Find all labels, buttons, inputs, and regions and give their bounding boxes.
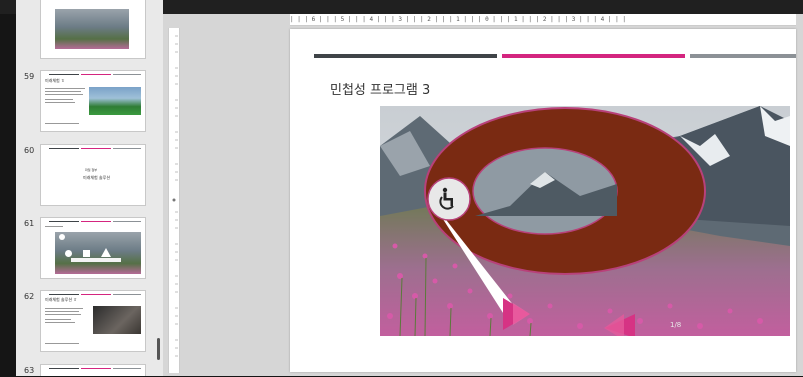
landscape-graphic [380, 106, 790, 336]
slide-number: 60 [24, 146, 35, 155]
slide-number: 59 [24, 72, 35, 81]
thumb-heading: 미래체험 ㅎ [45, 78, 65, 83]
landscape-photo[interactable]: 1/8 [380, 106, 790, 336]
panel-scrollbar[interactable] [157, 338, 160, 360]
horizontal-ruler: | | | 6 | | | 5 | | | 4 | | | 3 | | | 2 … [290, 14, 796, 26]
slide-title[interactable]: 민첩성 프로그램 3 [330, 79, 430, 98]
slide-number: 61 [24, 219, 35, 228]
slide-number: 62 [24, 292, 35, 301]
vertical-ruler [168, 28, 180, 373]
accent-bar-dark [314, 54, 497, 58]
accent-bar-gray [690, 54, 796, 58]
slide-thumbnail-panel[interactable]: 59 미래체험 ㅎ 60 파일 첨부 미래체험 솔루션 61 62 미래체험 솔… [16, 0, 163, 376]
slide-number: 63 [24, 366, 35, 375]
accent-bar-pink [502, 54, 685, 58]
thumb-label: 파일 첨부 [85, 168, 97, 172]
slide-canvas[interactable]: 민첩성 프로그램 3 1/8 [290, 29, 796, 372]
vertical-ruler-ticks [172, 35, 178, 357]
thumb-heading: 미래체험 솔루션 [83, 175, 111, 180]
thumb-heading: 미래체험 솔루션 ㅎ [45, 297, 77, 302]
page-indicator: 1/8 [670, 321, 682, 329]
